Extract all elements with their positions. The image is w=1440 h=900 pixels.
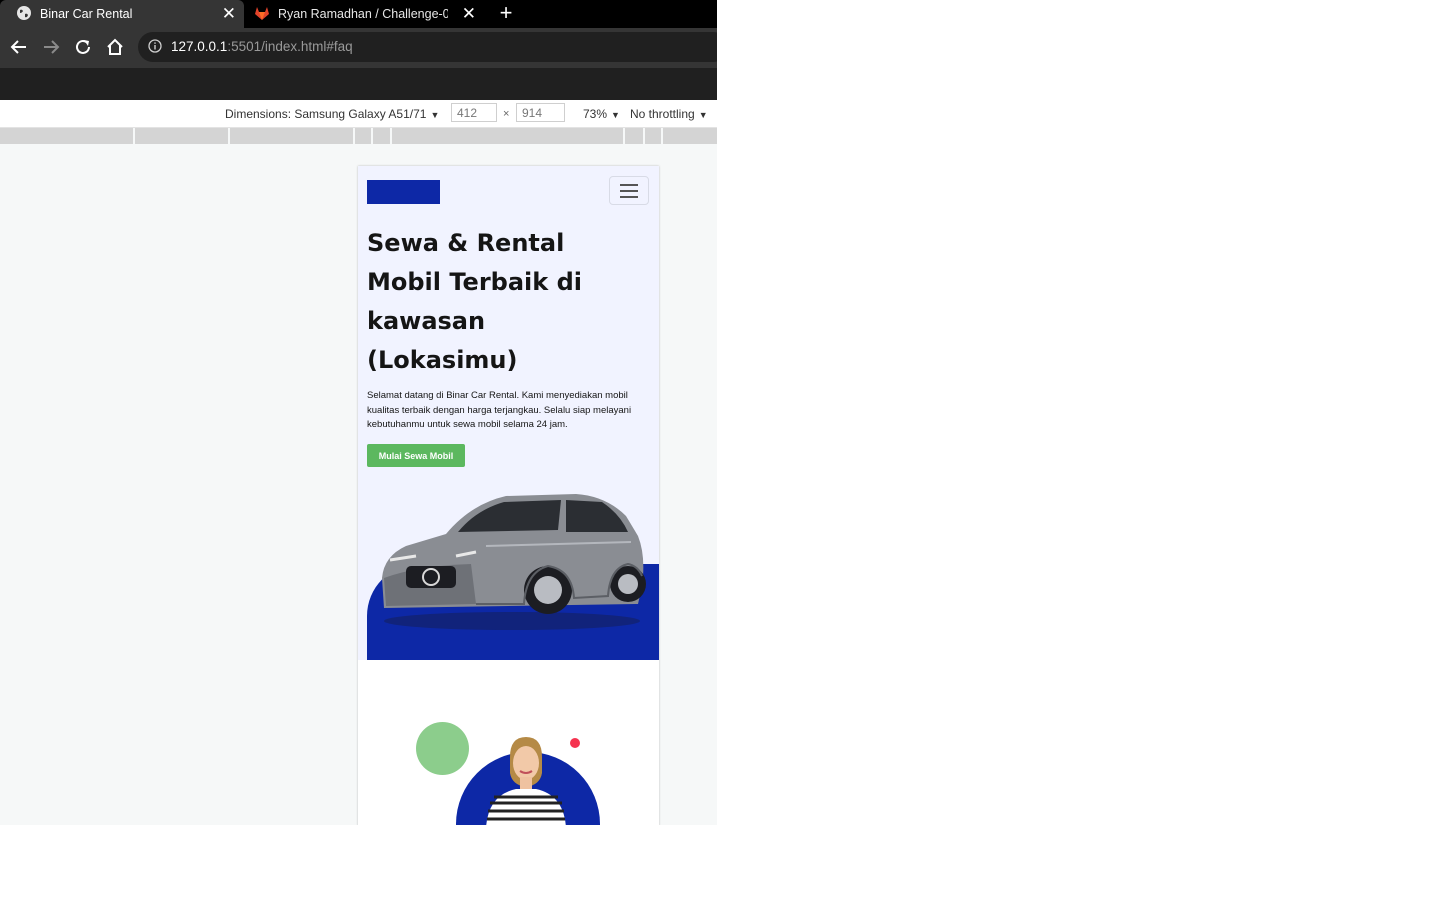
media-query-divider xyxy=(133,128,135,144)
throttling-label: No throttling xyxy=(630,107,695,121)
device-dimensions-dropdown[interactable]: Dimensions: Samsung Galaxy A51/71 ▼ xyxy=(225,107,439,121)
close-tab-icon[interactable]: ✕ xyxy=(462,4,476,24)
hamburger-icon xyxy=(620,183,638,186)
dropdown-arrow-icon: ▼ xyxy=(698,110,708,120)
media-query-divider xyxy=(643,128,645,144)
car-image xyxy=(382,494,646,630)
tab-gitlab-challenge[interactable]: Ryan Ramadhan / Challenge-03 · ✕ xyxy=(246,0,484,28)
hero-description: Selamat datang di Binar Car Rental. Kami… xyxy=(367,390,632,430)
bookmarks-bar xyxy=(0,68,717,100)
new-tab-button[interactable]: + xyxy=(494,2,518,26)
browser-toolbar: 127.0.0.1:5501/index.html#faq xyxy=(0,28,717,68)
url-host: 127.0.0.1 xyxy=(171,39,228,54)
globe-icon xyxy=(16,5,32,24)
media-query-divider xyxy=(353,128,355,144)
throttling-dropdown[interactable]: No throttling ▼ xyxy=(630,107,708,121)
media-query-divider xyxy=(390,128,392,144)
decorative-green-circle xyxy=(416,722,469,775)
browser-window: Binar Car Rental ✕ Ryan Ramadhan / Chall… xyxy=(0,0,717,825)
info-icon[interactable] xyxy=(148,39,162,58)
hero-title: Sewa & Rental Mobil Terbaik di kawasan (… xyxy=(367,229,582,374)
device-toolbar: Dimensions: Samsung Galaxy A51/71 ▼ 412 ×… xyxy=(0,100,717,128)
zoom-label: 73% xyxy=(583,107,608,121)
hamburger-icon xyxy=(620,195,638,198)
reload-icon[interactable] xyxy=(72,36,94,58)
hero-section: Sewa & Rental Mobil Terbaik di kawasan (… xyxy=(358,166,659,660)
tab-title: Ryan Ramadhan / Challenge-03 · xyxy=(278,7,448,21)
media-query-divider xyxy=(661,128,663,144)
dropdown-arrow-icon: ▼ xyxy=(611,110,620,120)
tab-strip: Binar Car Rental ✕ Ryan Ramadhan / Chall… xyxy=(0,0,717,28)
back-icon[interactable] xyxy=(8,36,30,58)
tab-binar-car-rental[interactable]: Binar Car Rental ✕ xyxy=(0,0,244,28)
media-query-divider xyxy=(623,128,625,144)
device-height-input[interactable]: 914 xyxy=(516,103,565,122)
gitlab-icon xyxy=(254,5,270,24)
home-icon[interactable] xyxy=(104,36,126,58)
media-query-divider xyxy=(228,128,230,144)
close-tab-icon[interactable]: ✕ xyxy=(222,4,236,24)
url-path: :5501/index.html#faq xyxy=(227,39,353,54)
dropdown-arrow-icon: ▼ xyxy=(430,110,440,120)
logo[interactable] xyxy=(367,180,440,204)
url-text: 127.0.0.1:5501/index.html#faq xyxy=(171,39,353,54)
dimension-separator: × xyxy=(503,108,510,120)
device-dimensions-label: Dimensions: Samsung Galaxy A51/71 xyxy=(225,107,427,121)
media-query-bar[interactable] xyxy=(0,128,717,144)
device-width-input[interactable]: 412 xyxy=(451,103,497,122)
tab-title: Binar Car Rental xyxy=(40,7,133,21)
woman-image xyxy=(486,737,566,825)
forward-icon[interactable] xyxy=(40,36,62,58)
device-viewport: Sewa & Rental Mobil Terbaik di kawasan (… xyxy=(358,166,659,825)
menu-toggle-button[interactable] xyxy=(609,176,649,205)
zoom-dropdown[interactable]: 73% ▼ xyxy=(583,107,620,121)
hamburger-icon xyxy=(620,189,638,192)
media-query-divider xyxy=(371,128,373,144)
address-bar[interactable]: 127.0.0.1:5501/index.html#faq xyxy=(138,32,717,62)
start-rental-button[interactable]: Mulai Sewa Mobil xyxy=(367,444,465,467)
